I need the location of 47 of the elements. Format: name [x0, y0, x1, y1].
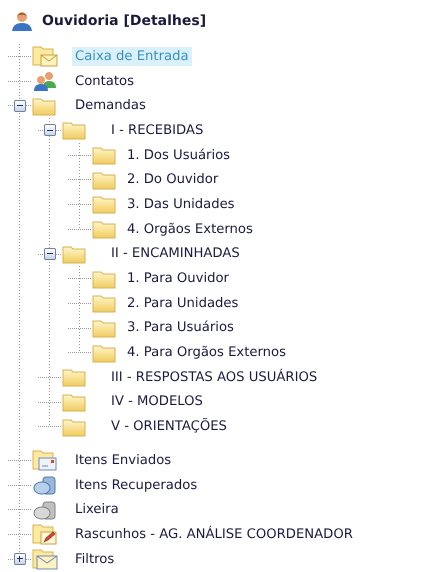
folder-icon [92, 342, 116, 363]
tree-item[interactable]: 1. Dos Usuários [124, 146, 234, 165]
tree-item[interactable]: 2. Para Unidades [124, 294, 242, 313]
pencil-folder-icon [32, 523, 58, 546]
mail-folder-icon [32, 548, 58, 570]
folder-icon [62, 367, 86, 388]
tree-item[interactable]: 4. Para Orgãos Externos [124, 343, 289, 362]
folder-icon [92, 194, 116, 214]
folder-icon [62, 416, 86, 437]
database-icon [32, 474, 58, 496]
tree-item[interactable]: Rascunhos - AG. ANÁLISE COORDENADOR [72, 524, 356, 544]
tree-item[interactable]: V - ORIENTAÇÕES [108, 417, 230, 436]
contacts-icon [32, 70, 58, 92]
tree-item[interactable]: I - RECEBIDAS [108, 120, 206, 140]
folder-icon [92, 145, 116, 166]
tree-item[interactable]: 1. Para Ouvidor [124, 269, 232, 288]
folder-icon [62, 120, 86, 140]
tree-item[interactable]: 3. Para Usuários [124, 318, 237, 338]
tree-item[interactable]: Itens Recuperados [72, 476, 200, 495]
folder-icon [92, 293, 116, 314]
collapse-toggle[interactable] [44, 124, 56, 136]
tree-title: Ouvidoria [Detalhes] [42, 13, 206, 29]
folder-icon [92, 318, 116, 338]
folder-icon [92, 219, 116, 240]
tree-item[interactable]: IV - MODELOS [108, 392, 206, 412]
tree-item[interactable]: Contatos [72, 72, 137, 91]
tree-item[interactable]: 2. Do Ouvidor [124, 170, 222, 190]
database-icon [32, 498, 58, 521]
folder-icon [92, 268, 116, 289]
tree-item[interactable]: Demandas [72, 96, 149, 116]
tree-item[interactable]: Itens Enviados [72, 450, 174, 470]
tree-item[interactable]: II - ENCAMINHADAS [108, 244, 243, 264]
expand-toggle[interactable] [14, 553, 26, 566]
folder-icon [32, 96, 56, 116]
folder-icon [62, 392, 86, 412]
tree-item[interactable]: 4. Orgãos Externos [124, 220, 256, 239]
user-icon [10, 10, 34, 32]
tree-item[interactable]: 3. Das Unidades [124, 194, 238, 214]
tree-item[interactable]: Filtros [72, 550, 118, 569]
mail-folder-icon [32, 45, 58, 68]
tree-item[interactable]: Lixeira [72, 500, 122, 520]
folder-icon [62, 244, 86, 264]
sent-folder-icon [32, 449, 58, 472]
collapse-toggle[interactable] [44, 248, 56, 260]
collapse-toggle[interactable] [14, 100, 26, 112]
folder-icon [92, 170, 116, 190]
tree-item[interactable]: III - RESPOSTAS AOS USUÁRIOS [108, 368, 320, 387]
